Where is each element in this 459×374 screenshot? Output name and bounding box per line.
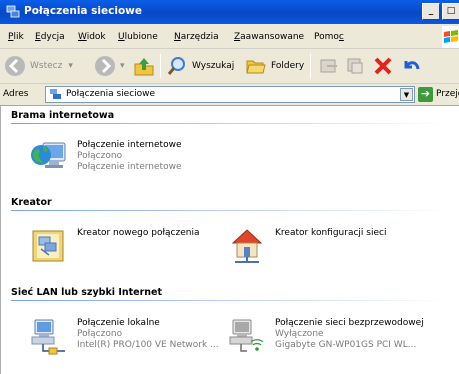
local-connection-device: Intel(R) PRO/100 VE Network ... <box>77 340 219 350</box>
forward-dropdown-icon[interactable]: ▾ <box>120 61 125 71</box>
group-header-lan: Sieć LAN lub szybki Internet <box>11 287 163 298</box>
delete-button[interactable] <box>372 54 394 78</box>
folders-icon <box>246 60 266 74</box>
folders-label: Foldery <box>271 61 305 71</box>
forward-arrow-icon <box>95 56 115 76</box>
menu-bar: Plik Edycja Widok Ulubione Narzędzia Zaa… <box>0 24 459 49</box>
wireless-connection-status: Wyłączone <box>275 329 324 339</box>
maximize-button[interactable]: □ <box>442 3 459 20</box>
move-to-icon <box>320 59 337 73</box>
search-icon <box>167 57 185 75</box>
search-label: Wyszukaj <box>192 61 235 71</box>
address-dropdown-icon[interactable]: ▼ <box>400 88 413 101</box>
menu-edit[interactable]: Edycja <box>35 32 65 42</box>
back-button[interactable]: Wstecz ▾ <box>4 54 73 78</box>
wireless-connection-item[interactable]: Połączenie sieci bezprzewodowej Wyłączon… <box>227 315 427 359</box>
internet-connection-status: Połączono <box>77 151 123 161</box>
search-button[interactable]: Wyszukaj <box>166 54 234 78</box>
local-connection-name: Połączenie lokalne <box>77 318 160 328</box>
new-connection-wizard-icon <box>32 230 64 262</box>
go-arrow-icon[interactable]: ➔ <box>418 87 433 102</box>
toolbar: Wstecz ▾ ▾ Wyszukaj Foldery <box>0 49 459 84</box>
connections-list: Brama internetowa Połączenie internetowe… <box>0 106 459 374</box>
address-label: Adres <box>3 89 29 99</box>
undo-button[interactable] <box>400 54 422 78</box>
group-header-wizard: Kreator <box>11 197 52 208</box>
back-dropdown-icon[interactable]: ▾ <box>68 61 73 71</box>
go-button[interactable]: Przejdź <box>436 89 459 99</box>
windows-logo-icon <box>442 26 459 48</box>
minimize-button[interactable]: _ <box>422 3 440 20</box>
group-divider <box>11 123 451 124</box>
wireless-connection-icon <box>229 319 264 352</box>
local-connection-status: Połączono <box>77 329 123 339</box>
copy-to-icon <box>347 58 363 74</box>
network-setup-wizard-name: Kreator konfiguracji sieci <box>275 228 387 238</box>
up-folder-button[interactable] <box>133 54 155 78</box>
back-arrow-icon <box>5 56 25 76</box>
group-divider <box>11 210 451 211</box>
back-label: Wstecz <box>30 61 63 71</box>
group-divider <box>11 300 451 301</box>
wireless-connection-name: Połączenie sieci bezprzewodowej <box>275 318 424 328</box>
menu-tools[interactable]: Narzędzia <box>174 32 219 42</box>
internet-connection-icon <box>31 142 66 168</box>
group-header-gateway: Brama internetowa <box>11 110 115 121</box>
menu-help[interactable]: Pomoc <box>314 32 344 42</box>
network-setup-wizard-icon <box>231 229 263 263</box>
undo-icon <box>404 61 420 70</box>
forward-button[interactable]: ▾ <box>94 54 125 78</box>
network-connections-icon <box>6 5 20 18</box>
address-value: Połączenia sieciowe <box>66 89 156 99</box>
title-bar[interactable]: Połączenia sieciowe _ □ <box>0 0 459 24</box>
network-setup-wizard-item[interactable]: Kreator konfiguracji sieci <box>227 225 427 269</box>
menu-favorites[interactable]: Ulubione <box>118 32 158 42</box>
copy-to-button[interactable] <box>344 54 366 78</box>
local-connection-icon <box>31 319 65 355</box>
delete-icon <box>374 57 392 75</box>
toolbar-separator <box>310 54 311 78</box>
local-connection-item[interactable]: Połączenie lokalne Połączono Intel(R) PR… <box>29 315 229 359</box>
menu-view[interactable]: Widok <box>78 32 106 42</box>
new-connection-wizard-name: Kreator nowego połączenia <box>77 228 200 238</box>
internet-connection-name: Połączenie internetowe <box>77 140 182 150</box>
up-folder-icon <box>134 58 154 76</box>
wireless-connection-device: Gigabyte GN-WP01GS PCI WL... <box>275 340 417 350</box>
move-to-button[interactable] <box>318 54 340 78</box>
toolbar-separator <box>160 54 161 78</box>
internet-connection-device: Połączenie internetowe <box>77 162 182 172</box>
internet-connection-item[interactable]: Połączenie internetowe Połączono Połącze… <box>29 137 229 181</box>
network-connections-icon <box>50 89 61 99</box>
folders-button[interactable]: Foldery <box>245 54 304 78</box>
address-input[interactable]: Połączenia sieciowe ▼ <box>45 86 415 103</box>
menu-file[interactable]: Plik <box>8 32 24 42</box>
new-connection-wizard-item[interactable]: Kreator nowego połączenia <box>29 225 229 269</box>
window-title: Połączenia sieciowe <box>24 5 142 17</box>
menu-advanced[interactable]: Zaawansowane <box>234 32 304 42</box>
address-bar: Adres Połączenia sieciowe ▼ ➔ Przejdź <box>0 84 459 106</box>
